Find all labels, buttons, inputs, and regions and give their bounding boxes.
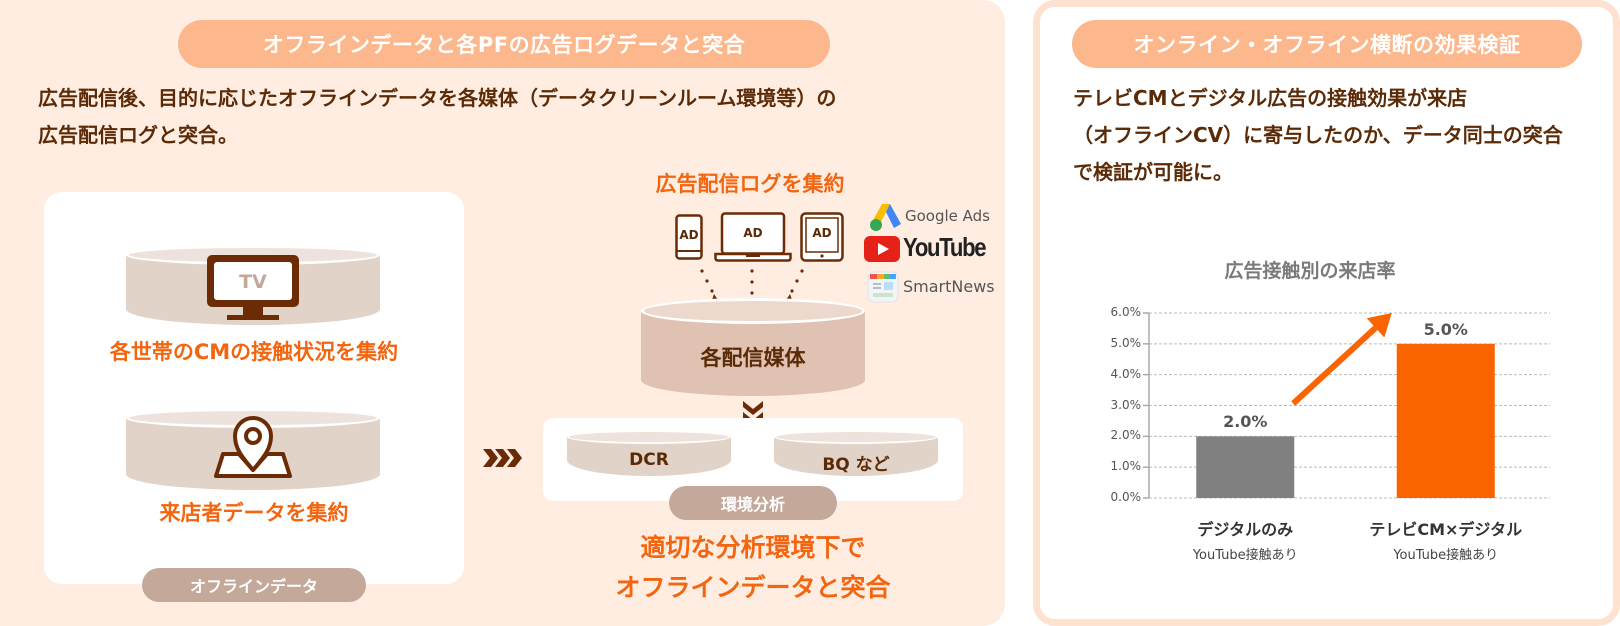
bar-value-label: 5.0% [1423,319,1468,339]
google-ads-icon [870,204,901,231]
category-sublabel: YouTube接触あり [1192,548,1298,563]
analysis-env-tag: 環境分析 [669,486,837,520]
bq-label: BQ など [822,455,890,475]
dcr-cylinder: DCR [567,430,731,476]
category-label: デジタルのみ [1197,520,1294,539]
map-pin-icon [214,416,292,478]
left-panel-header: オフラインデータと各PFの広告ログデータと突合 [178,20,830,68]
dcr-label: DCR [629,450,669,470]
category-label: テレビCM×デジタル [1369,520,1523,539]
tv-caption: 各世帯のCMの接触状況を集約 [109,340,399,364]
conclusion-text: 適切な分析環境下で オフラインデータと突合 [580,528,926,608]
tv-icon-text: TV [239,271,267,293]
ad-logs-caption: 広告配信ログを集約 [655,172,845,196]
y-tick-label: 1.0% [1110,459,1142,474]
chevron-right-triple-icon [483,449,522,467]
right-panel-header: オンライン・オフライン横断の効果検証 [1072,20,1582,68]
y-tick-label: 6.0% [1110,305,1142,319]
category-sublabel: YouTube接触あり [1393,548,1499,563]
bq-cylinder: BQ など [774,430,938,476]
right-lead-line-3: で検証が可能に。 [1073,160,1233,184]
right-lead-text: テレビCMとデジタル広告の接触効果が来店 （オフラインCV）に寄与したのか、デー… [1073,80,1593,191]
visitor-caption: 来店者データを集約 [159,501,349,525]
y-tick-label: 2.0% [1110,428,1142,443]
smartphone-ad-text: AD [679,228,699,242]
conclusion-line-1: 適切な分析環境下で [640,533,866,562]
y-tick-label: 0.0% [1110,490,1142,504]
ad-media-label: 各配信媒体 [700,346,806,370]
laptop-ad-text: AD [743,226,763,240]
left-lead-text: 広告配信後、目的に応じたオフラインデータを各媒体（データクリーンルーム環境等）の… [38,80,978,154]
bar-value-label: 2.0% [1223,412,1268,432]
y-tick-label: 3.0% [1110,397,1142,412]
chart-title: 広告接触別の来店率 [1224,260,1396,282]
left-lead-line-2: 広告配信ログと突合。 [38,123,238,147]
right-lead-line-1: テレビCMとデジタル広告の接触効果が来店 [1073,86,1468,110]
youtube-name: YouTube [903,232,987,262]
right-lead-line-2: （オフラインCV）に寄与したのか、データ同士の突合 [1073,123,1563,147]
conclusion-line-2: オフラインデータと突合 [615,573,891,602]
offline-data-tag: オフラインデータ [142,568,366,602]
google-ads-name: Google Ads [905,207,990,225]
ad-media-cylinder: 各配信媒体 [641,298,865,396]
y-tick-label: 4.0% [1110,366,1142,381]
y-tick-label: 5.0% [1110,335,1142,350]
tablet-ad-text: AD [812,226,832,240]
left-lead-line-1: 広告配信後、目的に応じたオフラインデータを各媒体（データクリーンルーム環境等）の [38,86,837,110]
smartnews-name: SmartNews [903,277,995,296]
youtube-icon [864,236,900,262]
offline-matching-panel: オフラインデータと各PFの広告ログデータと突合 広告配信後、目的に応じたオフライ… [0,0,1005,626]
smartnews-icon [867,271,899,303]
